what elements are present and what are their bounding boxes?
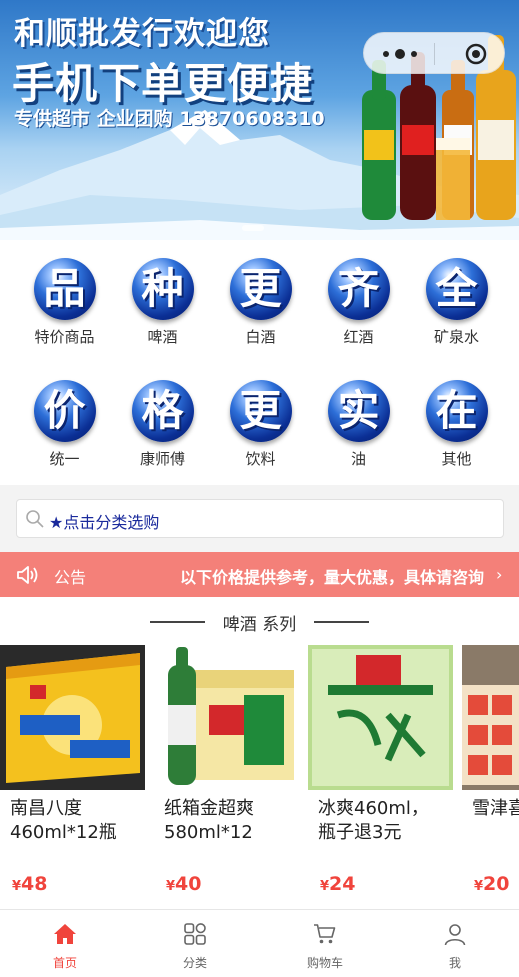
home-icon (54, 924, 76, 944)
more-icon[interactable] (378, 45, 422, 63)
category-item-统一[interactable]: 价 统一 (13, 380, 116, 469)
product-price: ¥40 (166, 873, 202, 895)
speaker-icon (17, 566, 38, 584)
cart-icon (314, 924, 336, 944)
product-card[interactable]: 南昌八度460ml*12瓶 ¥48 (0, 645, 145, 907)
category-item-饮料[interactable]: 更 饮料 (209, 380, 312, 469)
tab-cart[interactable]: 购物车 (260, 910, 390, 977)
product-image (0, 645, 145, 790)
product-price: ¥20 (474, 873, 510, 895)
category-item-白酒[interactable]: 更 白酒 (209, 258, 312, 347)
category-label: 红酒 (343, 328, 374, 346)
category-ball-icon: 品 (33, 258, 96, 320)
tab-label: 分类 (182, 956, 207, 970)
product-price: ¥24 (320, 873, 356, 895)
product-image (462, 645, 519, 790)
close-icon[interactable] (464, 42, 488, 66)
product-card[interactable]: 纸箱金超爽580ml*12 ¥40 (154, 645, 299, 907)
category-item-特价商品[interactable]: 品 特价商品 (13, 258, 116, 347)
product-image (154, 645, 299, 790)
user-icon (444, 924, 466, 946)
category-ball-icon: 齐 (327, 258, 390, 320)
category-label: 白酒 (245, 328, 276, 346)
page: 和顺批发行欢迎您 手机下单更便捷 专供超市 企业团购 13870608310 品… (0, 0, 519, 977)
search-input[interactable]: ★点击分类选购 (16, 499, 504, 538)
category-item-啤酒[interactable]: 种 啤酒 (111, 258, 214, 347)
product-name: 雪津喜ml (472, 798, 519, 819)
category-label: 饮料 (245, 450, 276, 468)
tab-label: 我 (448, 956, 461, 970)
category-ball-icon: 价 (33, 380, 96, 442)
category-item-油[interactable]: 实 油 (307, 380, 410, 469)
section-divider-right (314, 621, 369, 623)
search-icon (26, 510, 44, 528)
category-ball-icon: 格 (131, 380, 194, 442)
tab-me[interactable]: 我 (390, 910, 519, 977)
category-item-康师傅[interactable]: 格 康师傅 (111, 380, 214, 469)
notice-bar[interactable]: 公告 以下价格提供参考，量大优惠，具体请咨询 › (0, 552, 519, 597)
category-grid: 品 特价商品 种 啤酒 更 白酒 齐 红酒 全 矿泉水 价 统一 格 康师傅 更 (0, 240, 519, 485)
category-ball-icon: 在 (425, 380, 488, 442)
category-ball-icon: 实 (327, 380, 390, 442)
category-ball-icon: 全 (425, 258, 488, 320)
category-item-其他[interactable]: 在 其他 (405, 380, 508, 469)
banner-contact: 专供超市 企业团购 13870608310 (14, 108, 325, 130)
product-name: 南昌八度460ml*12瓶 (10, 798, 117, 843)
category-ball-icon: 更 (229, 380, 292, 442)
category-label: 特价商品 (34, 328, 95, 346)
category-label: 矿泉水 (433, 328, 479, 346)
category-label: 啤酒 (147, 328, 178, 346)
category-ball-icon: 种 (131, 258, 194, 320)
notice-title: 公告 (54, 568, 87, 587)
product-price: ¥48 (12, 873, 48, 895)
banner-title: 和顺批发行欢迎您 (14, 16, 270, 52)
category-item-红酒[interactable]: 齐 红酒 (307, 258, 410, 347)
search-placeholder: ★点击分类选购 (49, 513, 160, 532)
section-header: 啤酒 系列 (0, 608, 519, 635)
category-label: 统一 (49, 450, 80, 468)
product-name: 冰爽460ml，瓶子退3元 (318, 798, 429, 843)
tab-label: 首页 (52, 956, 77, 970)
notice-message: 以下价格提供参考，量大优惠，具体请咨询 (180, 568, 485, 587)
product-name: 纸箱金超爽580ml*12 (164, 798, 254, 843)
miniprogram-capsule (363, 32, 505, 74)
category-item-矿泉水[interactable]: 全 矿泉水 (405, 258, 508, 347)
chevron-right-icon: › (496, 565, 503, 584)
bottom-tabbar: 首页 分类 购物车 我 (0, 909, 519, 977)
tab-category[interactable]: 分类 (130, 910, 260, 977)
banner-headline: 手机下单更便捷 (12, 59, 314, 108)
section-title: 啤酒 系列 (222, 615, 297, 635)
category-icon (184, 923, 206, 945)
category-ball-icon: 更 (229, 258, 292, 320)
category-label: 康师傅 (139, 450, 185, 468)
carousel-indicator[interactable] (242, 225, 264, 231)
tab-label: 购物车 (306, 956, 343, 970)
category-label: 油 (350, 450, 366, 468)
product-image (308, 645, 453, 790)
product-card[interactable]: 雪津喜ml ¥20 (462, 645, 519, 907)
tab-home[interactable]: 首页 (0, 910, 130, 977)
promo-banner[interactable]: 和顺批发行欢迎您 手机下单更便捷 专供超市 企业团购 13870608310 (0, 0, 519, 240)
product-card[interactable]: 冰爽460ml，瓶子退3元 ¥24 (308, 645, 453, 907)
category-label: 其他 (441, 450, 472, 468)
capsule-divider (434, 43, 435, 65)
